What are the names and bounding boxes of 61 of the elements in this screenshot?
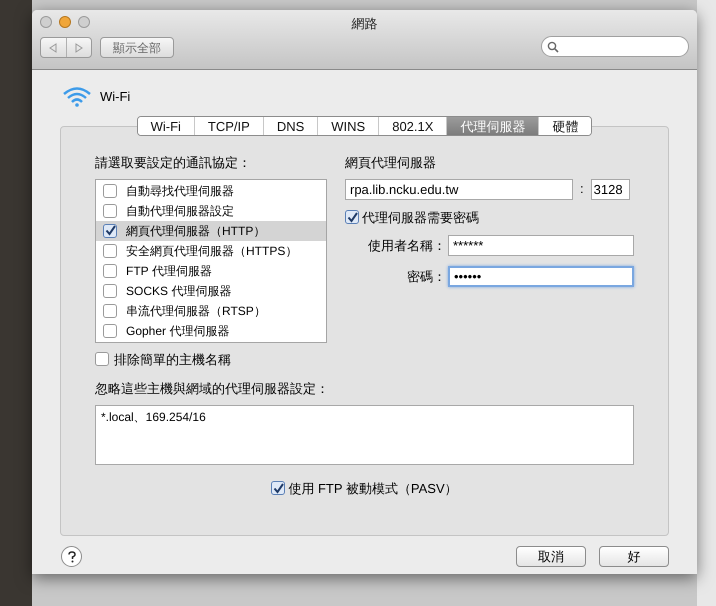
forward-icon[interactable]: [74, 42, 83, 52]
checkbox[interactable]: [271, 481, 286, 496]
tab[interactable]: Wi-Fi: [138, 117, 195, 135]
exclude-simple-label: 排除簡單的主機名稱: [114, 350, 231, 368]
require-password-label: 代理伺服器需要密碼: [362, 208, 479, 226]
checkbox[interactable]: [103, 224, 117, 238]
port-separator: :: [579, 180, 585, 198]
question-mark-icon: [68, 550, 76, 562]
show-all-button[interactable]: 顯示全部: [100, 37, 174, 58]
protocol-row[interactable]: 安全網頁代理伺服器（HTTPS）: [96, 240, 326, 260]
zoom-button[interactable]: [78, 16, 90, 28]
service-name: Wi-Fi: [100, 88, 130, 106]
password-label: 密碼：: [407, 268, 446, 286]
protocol-label: 安全網頁代理伺服器（HTTPS）: [126, 242, 298, 260]
protocol-row[interactable]: 串流代理伺服器（RTSP）: [96, 300, 326, 320]
back-forward-buttons[interactable]: [40, 37, 92, 58]
port-field[interactable]: 3128: [590, 178, 630, 200]
checkbox[interactable]: [103, 304, 117, 318]
checkmark-icon: [346, 212, 358, 223]
focused-password-field[interactable]: ••••••: [448, 266, 634, 287]
host-field[interactable]: rpa.lib.ncku.edu.tw: [345, 178, 573, 200]
checkmark-icon: [272, 482, 284, 494]
protocol-row[interactable]: 自動尋找代理伺服器: [96, 180, 326, 200]
checkbox[interactable]: [103, 324, 117, 338]
protocol-label: FTP 代理伺服器: [126, 262, 212, 280]
protocol-row[interactable]: 自動代理伺服器設定: [96, 200, 326, 220]
search-icon: [547, 40, 559, 52]
proxy-server-label: 網頁代理伺服器: [345, 154, 437, 172]
protocol-row[interactable]: SOCKS 代理伺服器: [96, 280, 326, 300]
protocol-label: Gopher 代理伺服器: [126, 322, 230, 340]
pasv-label: 使用 FTP 被動模式（PASV）: [288, 480, 458, 498]
protocol-label: SOCKS 代理伺服器: [126, 282, 232, 300]
search-field[interactable]: [541, 36, 689, 57]
checkbox[interactable]: [103, 264, 117, 278]
protocol-row[interactable]: 網頁代理伺服器（HTTP）: [96, 220, 326, 240]
bypass-label: 忽略這些主機與網域的代理伺服器設定：: [95, 380, 330, 398]
username-label: 使用者名稱：: [368, 236, 446, 255]
minimize-button[interactable]: [59, 16, 71, 28]
dialog-button[interactable]: 取消: [516, 546, 586, 567]
protocol-label: 串流代理伺服器（RTSP）: [126, 302, 266, 320]
bypass-text-area[interactable]: *.local、169.254/16: [95, 404, 634, 464]
protocol-label: 自動代理伺服器設定: [126, 202, 234, 220]
protocol-label: 網頁代理伺服器（HTTP）: [126, 222, 266, 240]
checkbox[interactable]: [103, 244, 117, 258]
dialog-button[interactable]: 好: [599, 546, 669, 567]
checkbox[interactable]: [103, 184, 117, 198]
wifi-icon: [62, 86, 92, 108]
text-field[interactable]: ******: [448, 235, 634, 256]
checkbox[interactable]: [103, 284, 117, 298]
protocol-row[interactable]: Gopher 代理伺服器: [96, 320, 326, 340]
window-title: 網路: [352, 15, 378, 33]
protocol-label: 自動尋找代理伺服器: [126, 182, 234, 200]
close-button[interactable]: [40, 16, 52, 28]
checkbox[interactable]: [103, 204, 117, 218]
checkmark-icon: [104, 225, 116, 236]
protocol-row[interactable]: FTP 代理伺服器: [96, 260, 326, 280]
help-button[interactable]: [61, 546, 82, 567]
checkbox[interactable]: [95, 352, 109, 366]
back-icon[interactable]: [49, 42, 58, 52]
checkbox[interactable]: [345, 210, 359, 224]
protocols-label: 請選取要設定的通訊協定：: [95, 154, 252, 172]
